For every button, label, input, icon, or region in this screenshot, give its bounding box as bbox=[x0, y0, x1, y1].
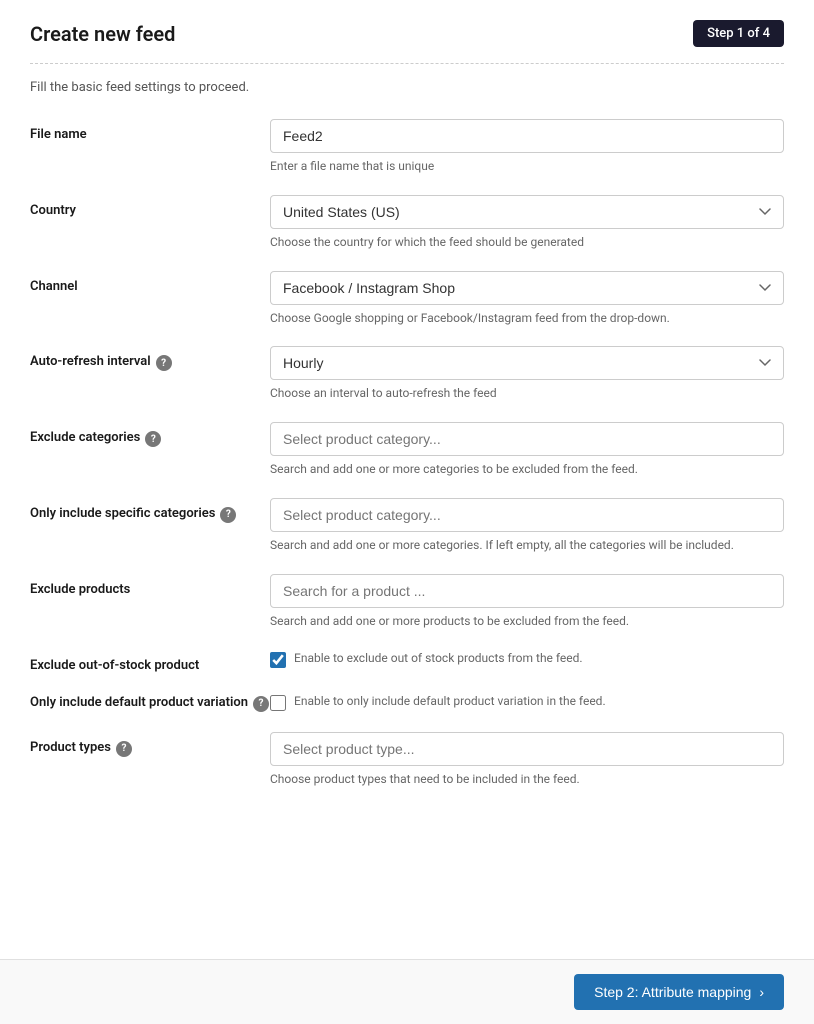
file-name-control: Enter a file name that is unique bbox=[270, 119, 784, 175]
exclude-categories-input[interactable] bbox=[270, 422, 784, 456]
auto-refresh-hint: Choose an interval to auto-refresh the f… bbox=[270, 385, 784, 402]
auto-refresh-help-icon[interactable]: ? bbox=[156, 355, 172, 371]
exclude-products-input[interactable] bbox=[270, 574, 784, 608]
auto-refresh-select-wrap: Hourly Daily Weekly bbox=[270, 346, 784, 380]
include-categories-row: Only include specific categories ? Searc… bbox=[30, 498, 784, 554]
default-variation-control: Enable to only include default product v… bbox=[270, 693, 784, 711]
country-select-wrap: United States (US) United Kingdom (UK) C… bbox=[270, 195, 784, 229]
file-name-row: File name Enter a file name that is uniq… bbox=[30, 119, 784, 175]
exclude-categories-control: Search and add one or more categories to… bbox=[270, 422, 784, 478]
channel-select[interactable]: Facebook / Instagram Shop Google Shoppin… bbox=[270, 271, 784, 305]
product-types-label: Product types ? bbox=[30, 732, 270, 757]
exclude-products-label: Exclude products bbox=[30, 574, 270, 597]
country-select[interactable]: United States (US) United Kingdom (UK) C… bbox=[270, 195, 784, 229]
default-variation-row: Only include default product variation ?… bbox=[30, 693, 784, 712]
product-types-row: Product types ? Choose product types tha… bbox=[30, 732, 784, 788]
exclude-out-of-stock-hint-wrap: Enable to exclude out of stock products … bbox=[294, 650, 784, 667]
default-variation-label: Only include default product variation ? bbox=[30, 693, 270, 712]
exclude-products-row: Exclude products Search and add one or m… bbox=[30, 574, 784, 630]
product-types-input[interactable] bbox=[270, 732, 784, 766]
next-step-button[interactable]: Step 2: Attribute mapping › bbox=[574, 974, 784, 1010]
product-types-control: Choose product types that need to be inc… bbox=[270, 732, 784, 788]
auto-refresh-select[interactable]: Hourly Daily Weekly bbox=[270, 346, 784, 380]
country-row: Country United States (US) United Kingdo… bbox=[30, 195, 784, 251]
exclude-out-of-stock-control: Enable to exclude out of stock products … bbox=[270, 650, 784, 668]
channel-label: Channel bbox=[30, 271, 270, 294]
exclude-categories-hint: Search and add one or more categories to… bbox=[270, 461, 784, 478]
file-name-label: File name bbox=[30, 119, 270, 142]
exclude-categories-label: Exclude categories ? bbox=[30, 422, 270, 447]
channel-select-wrap: Facebook / Instagram Shop Google Shoppin… bbox=[270, 271, 784, 305]
exclude-categories-row: Exclude categories ? Search and add one … bbox=[30, 422, 784, 478]
product-types-hint: Choose product types that need to be inc… bbox=[270, 771, 784, 788]
page-header: Create new feed Step 1 of 4 bbox=[30, 20, 784, 64]
file-name-input[interactable] bbox=[270, 119, 784, 153]
exclude-out-of-stock-hint: Enable to exclude out of stock products … bbox=[294, 650, 784, 667]
default-variation-help-icon[interactable]: ? bbox=[253, 696, 269, 712]
exclude-out-of-stock-checkbox[interactable] bbox=[270, 652, 286, 668]
default-variation-checkbox-row: Enable to only include default product v… bbox=[270, 693, 784, 711]
exclude-out-of-stock-row: Exclude out-of-stock product Enable to e… bbox=[30, 650, 784, 673]
default-variation-hint: Enable to only include default product v… bbox=[294, 693, 784, 710]
exclude-categories-help-icon[interactable]: ? bbox=[145, 431, 161, 447]
product-types-help-icon[interactable]: ? bbox=[116, 741, 132, 757]
country-hint: Choose the country for which the feed sh… bbox=[270, 234, 784, 251]
exclude-products-control: Search and add one or more products to b… bbox=[270, 574, 784, 630]
next-step-icon: › bbox=[759, 984, 764, 1000]
include-categories-hint: Search and add one or more categories. I… bbox=[270, 537, 784, 554]
channel-hint: Choose Google shopping or Facebook/Insta… bbox=[270, 310, 784, 327]
include-categories-control: Search and add one or more categories. I… bbox=[270, 498, 784, 554]
include-categories-help-icon[interactable]: ? bbox=[220, 507, 236, 523]
step-badge: Step 1 of 4 bbox=[693, 20, 784, 47]
channel-control: Facebook / Instagram Shop Google Shoppin… bbox=[270, 271, 784, 327]
auto-refresh-label: Auto-refresh interval ? bbox=[30, 346, 270, 371]
exclude-out-of-stock-checkbox-row: Enable to exclude out of stock products … bbox=[270, 650, 784, 668]
include-categories-label: Only include specific categories ? bbox=[30, 498, 270, 523]
footer-bar: Step 2: Attribute mapping › bbox=[0, 959, 814, 1024]
auto-refresh-control: Hourly Daily Weekly Choose an interval t… bbox=[270, 346, 784, 402]
auto-refresh-row: Auto-refresh interval ? Hourly Daily Wee… bbox=[30, 346, 784, 402]
page-container: Create new feed Step 1 of 4 Fill the bas… bbox=[0, 0, 814, 887]
exclude-products-hint: Search and add one or more products to b… bbox=[270, 613, 784, 630]
channel-row: Channel Facebook / Instagram Shop Google… bbox=[30, 271, 784, 327]
exclude-out-of-stock-label: Exclude out-of-stock product bbox=[30, 650, 270, 673]
page-title: Create new feed bbox=[30, 22, 175, 46]
default-variation-hint-wrap: Enable to only include default product v… bbox=[294, 693, 784, 710]
country-label: Country bbox=[30, 195, 270, 218]
include-categories-input[interactable] bbox=[270, 498, 784, 532]
default-variation-checkbox[interactable] bbox=[270, 695, 286, 711]
form-subtitle: Fill the basic feed settings to proceed. bbox=[30, 80, 784, 95]
country-control: United States (US) United Kingdom (UK) C… bbox=[270, 195, 784, 251]
next-step-label: Step 2: Attribute mapping bbox=[594, 984, 751, 1000]
file-name-hint: Enter a file name that is unique bbox=[270, 158, 784, 175]
